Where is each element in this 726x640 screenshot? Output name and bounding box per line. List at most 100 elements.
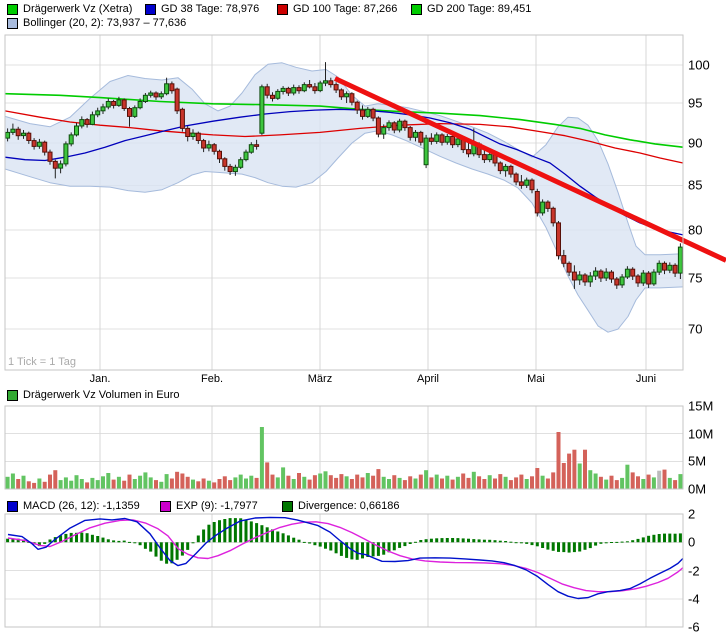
candle xyxy=(22,133,26,135)
divergence-bar xyxy=(610,542,613,543)
divergence-bar xyxy=(361,542,364,558)
month-label-Mai: Mai xyxy=(527,373,545,385)
divergence-bar xyxy=(308,542,311,543)
volume-bar xyxy=(6,477,10,489)
candle xyxy=(572,272,576,280)
volume-bar xyxy=(361,477,365,489)
volume-bar xyxy=(334,478,338,489)
divergence-bar xyxy=(335,542,338,553)
divergence-bar xyxy=(356,542,359,560)
candle xyxy=(133,108,137,117)
divergence-bar xyxy=(414,542,417,543)
volume-bar xyxy=(647,475,651,489)
volume-bar xyxy=(37,479,41,490)
candle xyxy=(96,111,100,115)
volume-bar xyxy=(578,464,582,490)
candle xyxy=(482,155,486,160)
divergence-bar xyxy=(176,542,179,560)
stock-chart-page: Drägerwerk Vz (Xetra) GD 38 Tage: 78,976… xyxy=(0,0,726,640)
candle xyxy=(80,120,84,126)
volume-bar xyxy=(525,479,529,489)
candle xyxy=(37,142,41,146)
volume-bar xyxy=(143,472,147,489)
macd-tick-0: 0 xyxy=(688,535,695,550)
candle xyxy=(218,151,222,159)
candle xyxy=(334,85,338,90)
candle xyxy=(583,275,587,282)
volume-bar xyxy=(546,479,550,490)
divergence-bar xyxy=(679,533,682,542)
volume-bar xyxy=(657,471,661,489)
candle xyxy=(567,263,571,272)
divergence-bar xyxy=(324,542,327,548)
volume-bar xyxy=(233,477,237,489)
candle xyxy=(191,133,195,136)
divergence-bar xyxy=(96,536,99,542)
chart-canvas[interactable] xyxy=(0,0,726,640)
candle xyxy=(445,137,449,143)
divergence-bar xyxy=(117,541,120,542)
volume-bar xyxy=(498,474,502,489)
price-tick-90: 90 xyxy=(688,136,702,151)
divergence-bar xyxy=(377,542,380,556)
volume-bar xyxy=(255,478,259,489)
divergence-bar xyxy=(647,536,650,542)
volume-bar xyxy=(48,475,52,489)
month-label-März: März xyxy=(308,373,332,385)
candle xyxy=(657,263,661,272)
divergence-bar xyxy=(552,542,555,551)
divergence-bar xyxy=(419,540,422,542)
volume-bar xyxy=(482,479,486,489)
divergence-bar xyxy=(192,542,195,543)
divergence-bar xyxy=(483,540,486,543)
candle xyxy=(207,145,211,148)
legend-item-instrument: Drägerwerk Vz (Xetra) xyxy=(7,3,132,15)
candle xyxy=(435,135,439,142)
volume-panel xyxy=(5,406,683,489)
divergence-bar xyxy=(403,542,406,546)
volume-bar xyxy=(615,480,619,489)
candle xyxy=(255,145,259,147)
volume-bar xyxy=(249,476,253,489)
divergence-bar xyxy=(674,534,677,543)
candle xyxy=(509,166,513,174)
volume-bar xyxy=(435,475,439,489)
divergence-bar xyxy=(568,542,571,552)
volume-bar xyxy=(488,475,492,489)
volume-bar xyxy=(292,479,296,489)
candle xyxy=(673,265,677,273)
volume-bar xyxy=(196,481,200,489)
volume-bar xyxy=(191,480,195,489)
candle xyxy=(551,208,555,223)
volume-tick-15M: 15M xyxy=(688,399,713,414)
macd-color-swatch xyxy=(7,501,18,512)
volume-bar xyxy=(90,478,94,489)
month-label-April: April xyxy=(417,373,439,385)
volume-bar xyxy=(85,482,89,489)
candle xyxy=(339,90,343,97)
volume-bar xyxy=(265,462,269,489)
volume-bar xyxy=(313,475,317,489)
candle xyxy=(392,123,396,130)
volume-bar xyxy=(112,480,116,489)
candle xyxy=(117,100,121,106)
candle xyxy=(53,161,57,168)
divergence-bar xyxy=(478,539,481,542)
legend-item-exp: EXP (9): -1,7977 xyxy=(160,500,258,512)
volume-bar xyxy=(588,470,592,489)
divergence-bar xyxy=(86,533,89,542)
candle xyxy=(525,180,529,185)
divergence-bar xyxy=(663,534,666,543)
candle xyxy=(85,120,89,125)
volume-bar xyxy=(149,477,153,489)
volume-bar xyxy=(519,475,523,489)
volume-bar xyxy=(567,454,571,489)
candle xyxy=(308,85,312,87)
volume-bar xyxy=(467,478,471,489)
candle xyxy=(175,89,179,111)
divergence-bar xyxy=(520,542,523,543)
divergence-bar xyxy=(472,539,475,542)
volume-bar xyxy=(133,479,137,489)
legend-item-gd100: GD 100 Tage: 87,266 xyxy=(277,3,397,15)
volume-bar xyxy=(202,479,206,490)
